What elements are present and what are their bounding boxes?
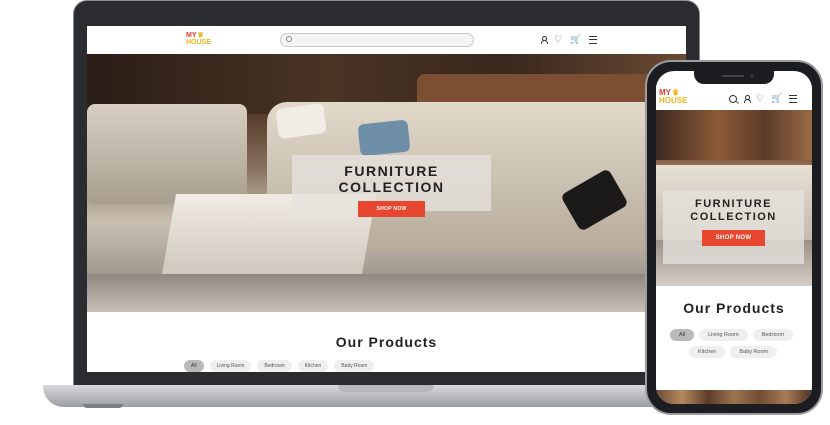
mobile-category-chip-living-room[interactable]: Living Room	[699, 329, 748, 341]
hero-title: FURNITURE COLLECTION	[338, 163, 445, 195]
phone-screen: MY♛ HOUSE ♡ 🛒 FURNITURE COLLECTION SHOP …	[656, 71, 812, 404]
search-icon[interactable]	[729, 94, 737, 103]
mobile-category-filters-row1: All Living Room Bedroom	[670, 329, 794, 341]
mobile-hero-banner: FURNITURE COLLECTION SHOP NOW	[656, 110, 812, 286]
mobile-category-chip-kitchen[interactable]: Kitchen	[689, 346, 726, 358]
mobile-category-filters-row2: Kitchen Baby Room	[689, 346, 778, 358]
mobile-hero-title-line2: COLLECTION	[690, 211, 777, 223]
laptop-base	[43, 385, 728, 407]
laptop-mockup: MY♛ HOUSE ♡ 🛒 FURNITURE COLLECTION SHOP …	[43, 0, 728, 420]
mobile-logo-house: HOUSE	[659, 96, 688, 105]
crown-icon: ♛	[197, 32, 204, 39]
laptop-foot-left	[83, 404, 123, 408]
phone-notch	[694, 71, 774, 84]
shop-now-button[interactable]: SHOP NOW	[358, 201, 425, 217]
products-section: Our Products All Living Room Bedroom Kit…	[87, 312, 686, 372]
header-icons: ♡ 🛒	[541, 35, 598, 44]
mobile-category-chip-bedroom[interactable]: Bedroom	[752, 329, 794, 341]
logo-my: MY	[186, 32, 197, 39]
cart-icon[interactable]: 🛒	[570, 35, 581, 44]
category-chip-kitchen[interactable]: Kitchen	[297, 360, 329, 372]
mobile-header: MY♛ HOUSE ♡ 🛒	[656, 84, 812, 110]
floor	[87, 274, 686, 312]
mobile-logo[interactable]: MY♛ HOUSE	[659, 89, 687, 105]
mobile-hero-card: FURNITURE COLLECTION SHOP NOW	[663, 190, 804, 264]
laptop-lid: MY♛ HOUSE ♡ 🛒 FURNITURE COLLECTION SHOP …	[73, 0, 700, 389]
hero-card: FURNITURE COLLECTION SHOP NOW	[292, 155, 491, 217]
mobile-back-wall	[656, 110, 812, 160]
mobile-header-icons: ♡ 🛒	[729, 94, 798, 103]
products-title: Our Products	[335, 334, 438, 350]
category-chip-bedroom[interactable]: Bedroom	[257, 360, 292, 372]
user-icon[interactable]	[744, 95, 751, 103]
mobile-product-images-strip	[656, 390, 812, 404]
category-chip-all[interactable]: All	[184, 360, 204, 372]
laptop-screen: MY♛ HOUSE ♡ 🛒 FURNITURE COLLECTION SHOP …	[87, 26, 686, 372]
category-chip-baby-room[interactable]: Baby Room	[334, 360, 375, 372]
mobile-products-title: Our Products	[683, 300, 785, 316]
mobile-category-chip-baby-room[interactable]: Baby Room	[730, 346, 778, 358]
phone-speaker	[722, 75, 744, 77]
category-filters: All Living Room Bedroom Kitchen Baby Roo…	[184, 360, 375, 372]
mobile-products-section: Our Products All Living Room Bedroom Kit…	[656, 286, 812, 398]
category-chip-living-room[interactable]: Living Room	[209, 360, 252, 372]
search-icon	[286, 36, 292, 42]
phone-camera	[750, 74, 754, 78]
pillow-blue	[357, 119, 411, 157]
phone-mockup: MY♛ HOUSE ♡ 🛒 FURNITURE COLLECTION SHOP …	[645, 60, 823, 415]
heart-icon[interactable]: ♡	[756, 94, 764, 103]
user-icon[interactable]	[541, 36, 548, 44]
search-input[interactable]	[280, 33, 474, 47]
laptop-notch	[338, 385, 434, 392]
logo-house: HOUSE	[186, 39, 211, 46]
site-header: MY♛ HOUSE ♡ 🛒	[87, 26, 686, 55]
site-logo[interactable]: MY♛ HOUSE	[186, 32, 211, 46]
hero-banner: FURNITURE COLLECTION SHOP NOW	[87, 54, 686, 312]
mobile-category-chip-all[interactable]: All	[670, 329, 695, 341]
mobile-hero-title-line1: FURNITURE	[694, 198, 773, 210]
menu-icon[interactable]	[789, 94, 798, 103]
armchair	[87, 104, 247, 204]
mobile-shop-now-button[interactable]: SHOP NOW	[701, 230, 766, 246]
heart-icon[interactable]: ♡	[554, 35, 562, 44]
cart-icon[interactable]: 🛒	[771, 94, 782, 103]
menu-icon[interactable]	[589, 35, 598, 44]
